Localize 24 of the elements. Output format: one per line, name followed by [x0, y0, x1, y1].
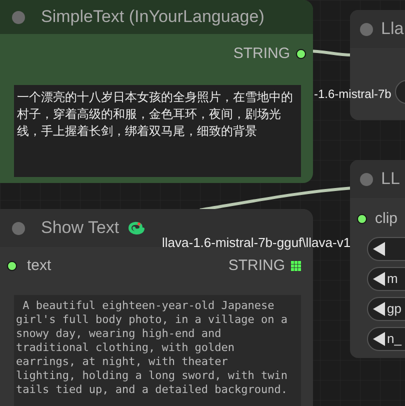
text-area[interactable]: A beautiful eighteen-year-old Japanese girl's full body photo, in a village on a snowy day, wearing high-end and traditional clothing, with golden earrings, at night, with theater lighting, holding a long sword, with twin tails tied up, and a detailed background.	[14, 294, 301, 406]
snake-icon	[127, 219, 146, 237]
widget-value: n_	[387, 330, 402, 348]
node-title: SimpleText (InYourLanguage)	[41, 6, 264, 28]
widget-pill[interactable]: gp	[367, 296, 405, 320]
arrow-left-icon	[373, 242, 385, 256]
output-label: STRING	[233, 44, 290, 64]
input-label: clip	[375, 209, 398, 229]
widget-pill[interactable]: n_	[367, 326, 405, 350]
arrow-left-icon	[373, 302, 385, 316]
input-label: text	[27, 256, 52, 276]
node-title: LL	[381, 168, 400, 190]
widget-value: m	[387, 270, 398, 288]
widget-value-overlay: llava-1.6-mistral-7b-gguf\llava-v1	[162, 234, 351, 252]
node-title: Lla	[381, 18, 404, 40]
arrow-left-icon	[373, 272, 385, 286]
widget-value: gp	[387, 300, 402, 318]
text-area[interactable]: 一个漂亮的十八岁日本女孩的全身照片，在雪地中的村子，穿着高级的和服，金色耳环，夜间，剧场光线，手上握着长剑，绑着双马尾，细致的背景	[14, 84, 301, 176]
output-label: STRING	[228, 256, 285, 276]
widget-value-overlay: -1.6-mistral-7b	[314, 86, 392, 103]
grid-icon	[291, 261, 301, 272]
widget-pill[interactable]: m	[367, 266, 405, 290]
node-title: Show Text	[41, 217, 120, 240]
arrow-left-icon	[373, 332, 385, 346]
